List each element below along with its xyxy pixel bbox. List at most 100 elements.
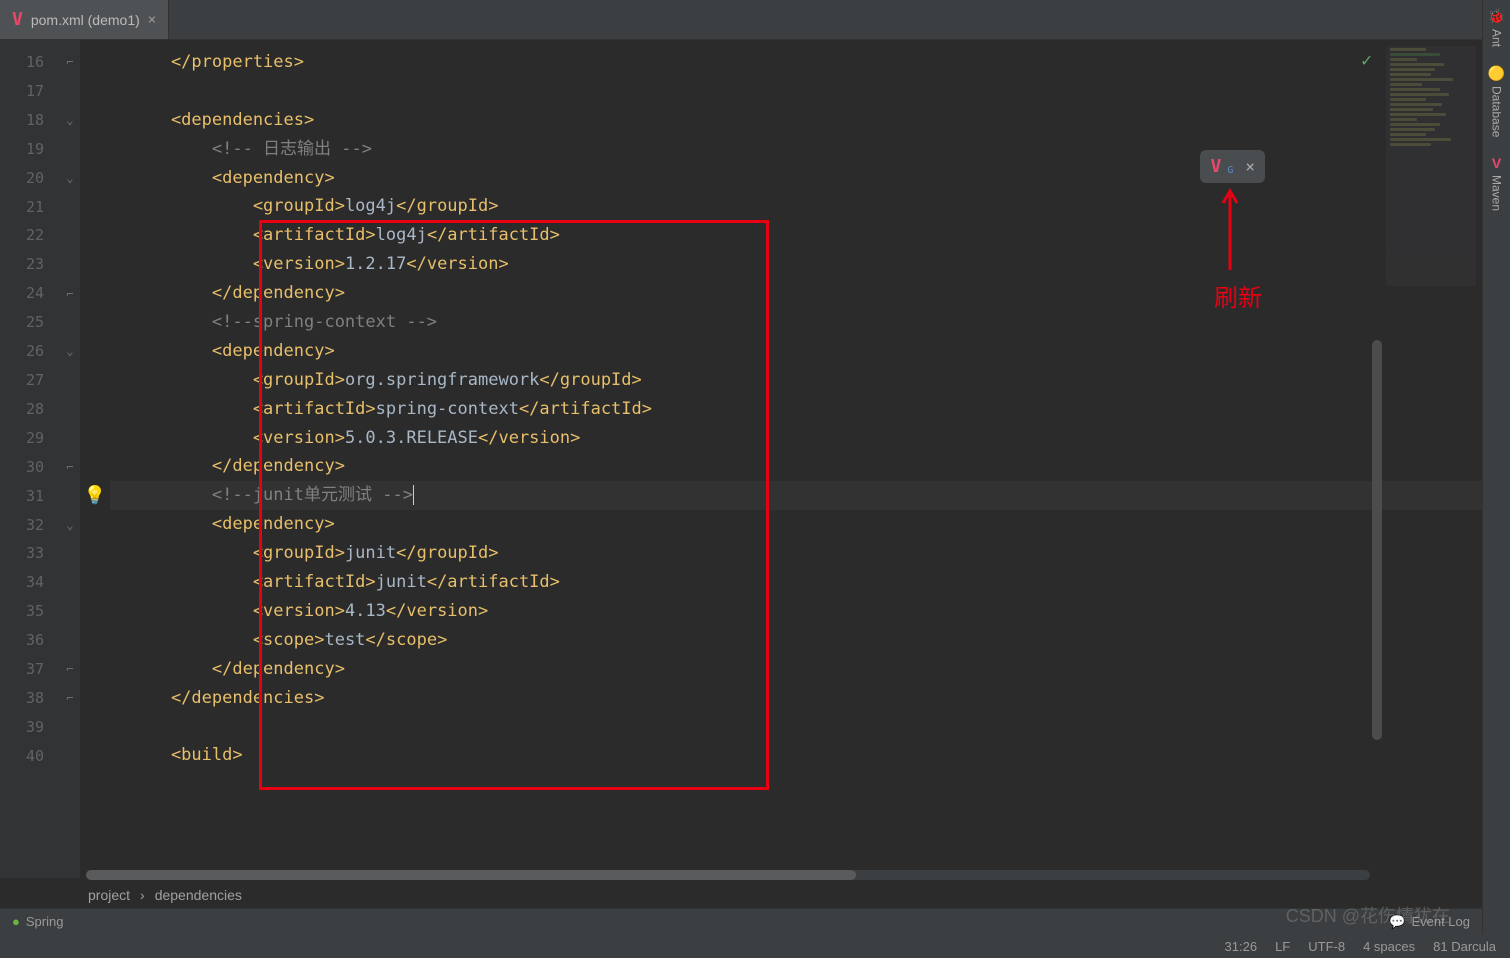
- fold-marker: [60, 221, 80, 250]
- line-number: 30: [0, 453, 44, 482]
- fold-marker[interactable]: ⌄: [60, 164, 80, 193]
- close-icon[interactable]: ×: [1245, 157, 1255, 176]
- line-number: 21: [0, 193, 44, 222]
- code-line[interactable]: <dependency>: [110, 337, 1482, 366]
- intention-bulb-icon[interactable]: 💡: [84, 485, 106, 506]
- fold-marker: [60, 712, 80, 741]
- fold-marker[interactable]: ⌄: [60, 337, 80, 366]
- line-number: 29: [0, 424, 44, 453]
- code-line[interactable]: <dependencies>: [110, 106, 1482, 135]
- code-line[interactable]: <!--spring-context -->: [110, 308, 1482, 337]
- chevron-right-icon: ›: [140, 887, 145, 903]
- code-line[interactable]: </dependency>: [110, 452, 1482, 481]
- tool-window-bar: ● Spring 💬 Event Log: [0, 908, 1482, 934]
- code-line[interactable]: <build>: [110, 741, 1482, 770]
- tab-bar: V pom.xml (demo1) ×: [0, 0, 1510, 40]
- code-line[interactable]: <artifactId>spring-context</artifactId>: [110, 395, 1482, 424]
- fold-marker[interactable]: ⌐: [60, 279, 80, 308]
- code-line[interactable]: <dependency>: [110, 164, 1482, 193]
- database-label: Database: [1490, 86, 1504, 137]
- ant-tool-button[interactable]: 🐞 Ant: [1488, 8, 1505, 47]
- code-line[interactable]: <artifactId>junit</artifactId>: [110, 568, 1482, 597]
- right-tool-sidebar: 🐞 Ant 🟡 Database V Maven: [1482, 0, 1510, 958]
- fold-marker: [60, 77, 80, 106]
- horizontal-scrollbar[interactable]: [86, 870, 1370, 880]
- line-number: 40: [0, 742, 44, 771]
- reload-subscript-icon: G: [1227, 165, 1233, 176]
- indent-settings[interactable]: 4 spaces: [1363, 939, 1415, 954]
- theme-indicator[interactable]: 81 Darcula: [1433, 939, 1496, 954]
- code-line[interactable]: <!-- 日志输出 -->: [110, 135, 1482, 164]
- maven-tool-button[interactable]: V Maven: [1490, 155, 1504, 211]
- fold-marker[interactable]: ⌐: [60, 452, 80, 481]
- fold-gutter: ⌐⌄⌄⌐⌄⌐⌄⌐⌐: [60, 40, 80, 878]
- fold-marker: [60, 250, 80, 279]
- code-line[interactable]: </properties>: [110, 48, 1482, 77]
- line-number: 16: [0, 48, 44, 77]
- line-number: 27: [0, 366, 44, 395]
- line-number: 24: [0, 279, 44, 308]
- line-separator[interactable]: LF: [1275, 939, 1290, 954]
- fold-marker[interactable]: ⌄: [60, 106, 80, 135]
- maven-icon: V: [1492, 155, 1501, 171]
- fold-marker[interactable]: ⌐: [60, 655, 80, 684]
- fold-marker: [60, 135, 80, 164]
- breadcrumb-project[interactable]: project: [88, 887, 130, 903]
- ant-icon: 🐞: [1488, 8, 1505, 25]
- fold-marker: [60, 192, 80, 221]
- status-bar: 31:26 LF UTF-8 4 spaces 81 Darcula: [0, 934, 1510, 958]
- line-number: 38: [0, 684, 44, 713]
- minimap[interactable]: [1386, 46, 1476, 286]
- database-icon: 🟡: [1488, 65, 1505, 82]
- code-line[interactable]: [110, 77, 1482, 106]
- line-number: 26: [0, 337, 44, 366]
- code-line[interactable]: </dependency>: [110, 279, 1482, 308]
- line-number: 18: [0, 106, 44, 135]
- scrollbar-thumb[interactable]: [86, 870, 856, 880]
- line-number: 19: [0, 135, 44, 164]
- ant-label: Ant: [1490, 29, 1504, 47]
- spring-tool-button[interactable]: ● Spring: [12, 914, 63, 929]
- code-line[interactable]: </dependency>: [110, 655, 1482, 684]
- close-icon[interactable]: ×: [148, 12, 156, 28]
- fold-marker[interactable]: ⌐: [60, 48, 80, 77]
- code-line[interactable]: <dependency>: [110, 510, 1482, 539]
- fold-marker: [60, 597, 80, 626]
- intention-gutter: 💡: [80, 40, 110, 878]
- vertical-scrollbar[interactable]: [1372, 340, 1382, 740]
- code-area[interactable]: </properties> <dependencies> <!-- 日志输出 -…: [110, 40, 1482, 878]
- file-encoding[interactable]: UTF-8: [1308, 939, 1345, 954]
- breadcrumb[interactable]: project › dependencies: [88, 882, 242, 908]
- tab-label: pom.xml (demo1): [31, 12, 140, 28]
- line-number: 22: [0, 221, 44, 250]
- code-line[interactable]: <version>1.2.17</version>: [110, 250, 1482, 279]
- code-line[interactable]: <version>5.0.3.RELEASE</version>: [110, 424, 1482, 453]
- cursor-position[interactable]: 31:26: [1225, 939, 1258, 954]
- inspection-ok-icon[interactable]: ✓: [1361, 50, 1372, 71]
- fold-marker[interactable]: ⌄: [60, 510, 80, 539]
- line-number: 20: [0, 164, 44, 193]
- database-tool-button[interactable]: 🟡 Database: [1488, 65, 1505, 137]
- editor-tab[interactable]: V pom.xml (demo1) ×: [0, 0, 169, 39]
- line-number: 34: [0, 568, 44, 597]
- code-line[interactable]: <groupId>junit</groupId>: [110, 539, 1482, 568]
- fold-marker: [60, 741, 80, 770]
- line-number: 35: [0, 597, 44, 626]
- fold-marker[interactable]: ⌐: [60, 684, 80, 713]
- code-line[interactable]: </dependencies>: [110, 684, 1482, 713]
- maven-reload-popup[interactable]: V G ×: [1200, 150, 1265, 183]
- code-line[interactable]: <artifactId>log4j</artifactId>: [110, 221, 1482, 250]
- code-line[interactable]: <!--junit单元测试 -->: [110, 481, 1482, 510]
- fold-marker: [60, 424, 80, 453]
- maven-file-icon: V: [12, 9, 23, 30]
- code-line[interactable]: <groupId>log4j</groupId>: [110, 192, 1482, 221]
- code-line[interactable]: <version>4.13</version>: [110, 597, 1482, 626]
- code-line[interactable]: <groupId>org.springframework</groupId>: [110, 366, 1482, 395]
- code-line[interactable]: [110, 712, 1482, 741]
- spring-label: Spring: [26, 914, 64, 929]
- code-line[interactable]: <scope>test</scope>: [110, 626, 1482, 655]
- fold-marker: [60, 481, 80, 510]
- fold-marker: [60, 568, 80, 597]
- breadcrumb-dependencies[interactable]: dependencies: [155, 887, 242, 903]
- watermark: CSDN @花伤情犹在: [1286, 902, 1450, 928]
